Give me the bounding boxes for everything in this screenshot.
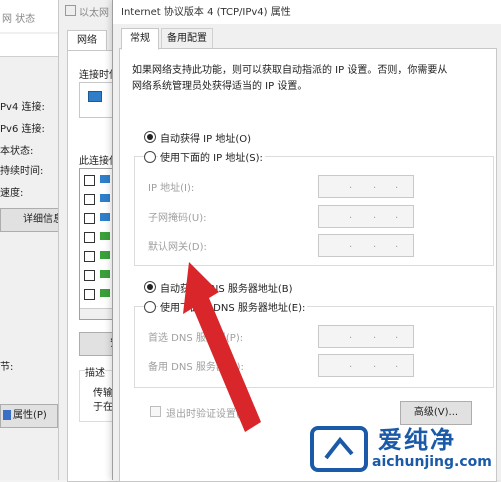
- ip-address-input[interactable]: ...: [318, 175, 414, 198]
- description-text-2: 于在: [93, 402, 113, 413]
- details-button[interactable]: 详细信息: [0, 208, 64, 232]
- properties-button-label: 属性(P): [13, 410, 47, 421]
- subnet-mask-label: 子网掩码(U):: [148, 213, 207, 224]
- description-text: 传输: [93, 388, 113, 399]
- item-checkbox[interactable]: [84, 289, 95, 300]
- window-title: 以太网: [79, 8, 109, 19]
- description-label: 描述: [85, 364, 105, 379]
- ip-manual-radio[interactable]: [144, 151, 156, 163]
- title-bar: Internet 协议版本 4 (TCP/IPv4) 属性: [113, 0, 501, 24]
- properties-button[interactable]: 属性(P): [0, 404, 58, 428]
- ip-auto-label[interactable]: 自动获得 IP 地址(O): [160, 130, 251, 145]
- tab-network[interactable]: 网络: [67, 30, 107, 51]
- media-state-label: 本状态:: [0, 146, 34, 157]
- item-checkbox[interactable]: [84, 213, 95, 224]
- item-icon: [100, 232, 110, 240]
- item-icon: [100, 213, 110, 221]
- dns-auto-radio[interactable]: [144, 281, 156, 293]
- speed-label: 速度:: [0, 188, 24, 199]
- item-checkbox[interactable]: [84, 194, 95, 205]
- duration-label: 持续时间:: [0, 166, 44, 177]
- item-checkbox[interactable]: [84, 270, 95, 281]
- ipv4-properties-dialog: Internet 协议版本 4 (TCP/IPv4) 属性 常规 备用配置 如果…: [112, 0, 501, 482]
- watermark-url: aichunjing.com: [372, 454, 492, 470]
- alternate-dns-input[interactable]: ...: [318, 354, 414, 377]
- subnet-mask-input[interactable]: ...: [318, 205, 414, 228]
- item-checkbox[interactable]: [84, 251, 95, 262]
- ipv6-connectivity-label: Pv6 连接:: [0, 124, 45, 135]
- dialog-title: Internet 协议版本 4 (TCP/IPv4) 属性: [121, 7, 291, 18]
- item-icon: [100, 251, 110, 259]
- item-icon: [100, 270, 110, 278]
- window-title: 网 状态: [2, 14, 36, 25]
- ip-manual-label[interactable]: 使用下面的 IP 地址(S):: [158, 149, 265, 164]
- item-icon: [100, 289, 110, 297]
- item-checkbox[interactable]: [84, 175, 95, 186]
- tab-general[interactable]: 常规: [121, 28, 159, 50]
- validate-checkbox[interactable]: [150, 406, 161, 417]
- ip-address-label: IP 地址(I):: [148, 183, 195, 194]
- preferred-dns-input[interactable]: ...: [318, 325, 414, 348]
- default-gateway-input[interactable]: ...: [318, 234, 414, 257]
- watermark-brand: 爱纯净: [378, 426, 456, 454]
- ipv4-connectivity-label: Pv4 连接:: [0, 102, 45, 113]
- red-arrow-annotation: [183, 262, 261, 432]
- bytes-label: 节:: [0, 362, 14, 373]
- item-icon: [100, 194, 110, 202]
- default-gateway-label: 默认网关(D):: [148, 242, 207, 253]
- ip-auto-radio[interactable]: [144, 131, 156, 143]
- shield-icon: [3, 410, 11, 420]
- dns-manual-radio[interactable]: [144, 301, 156, 313]
- item-icon: [100, 175, 110, 183]
- brand-logo-icon: [310, 426, 368, 472]
- description-text: 如果网络支持此功能，则可以获取自动指派的 IP 设置。否则，你需要从网络系统管理…: [132, 65, 448, 92]
- tab-alternate-config[interactable]: 备用配置: [161, 28, 213, 49]
- adapter-icon: [88, 91, 102, 102]
- item-checkbox[interactable]: [84, 232, 95, 243]
- watermark: 爱纯净 aichunjing.com: [306, 414, 501, 480]
- network-icon: [65, 5, 76, 16]
